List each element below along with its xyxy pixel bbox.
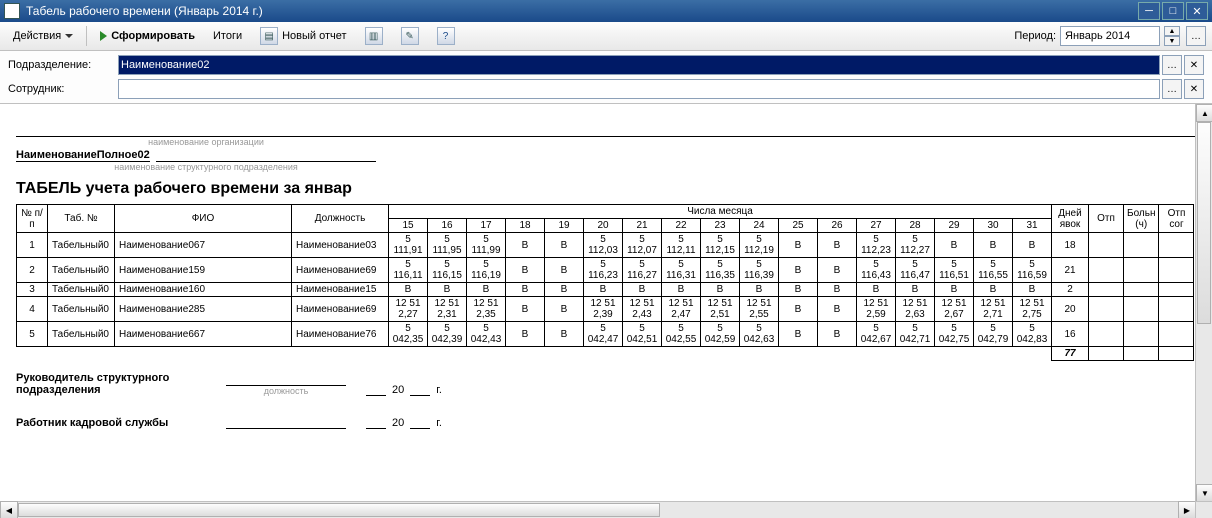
sign-head-post-line: [226, 371, 346, 386]
period-field[interactable]: Январь 2014: [1060, 26, 1160, 46]
department-input[interactable]: Наименование02: [118, 55, 1160, 75]
table-row: 3Табельный0Наименование160Наименование15…: [17, 283, 1194, 297]
sign-year-suffix: г.: [436, 384, 442, 396]
scroll-left-button[interactable]: ◀: [0, 501, 18, 518]
vertical-scrollbar[interactable]: ▲ ▼: [1195, 104, 1212, 502]
period-spinner[interactable]: ▲ ▼: [1164, 26, 1180, 46]
department-choose-button[interactable]: …: [1162, 55, 1182, 75]
horizontal-scrollbar[interactable]: ◀ ▶: [0, 501, 1196, 518]
play-icon: [100, 31, 107, 41]
app-icon: [4, 3, 20, 19]
toolbar: Действия Сформировать Итоги ▤ Новый отче…: [0, 22, 1212, 51]
tool-button-1[interactable]: ▥: [358, 24, 390, 48]
table-row: 5Табельный0Наименование667Наименование76…: [17, 322, 1194, 347]
new-report-button[interactable]: ▤ Новый отчет: [253, 24, 353, 48]
form-label: Сформировать: [111, 30, 195, 42]
scroll-corner: [1195, 501, 1212, 518]
subdivision-caption: наименование структурного подразделения: [16, 162, 396, 172]
form-button[interactable]: Сформировать: [93, 27, 202, 45]
spin-up[interactable]: ▲: [1164, 26, 1180, 36]
maximize-button[interactable]: □: [1162, 2, 1184, 20]
titlebar: Табель рабочего времени (Январь 2014 г.)…: [0, 0, 1212, 22]
scroll-up-button[interactable]: ▲: [1196, 104, 1212, 122]
org-caption: наименование организации: [16, 137, 396, 147]
actions-label: Действия: [13, 30, 61, 42]
brush-icon: ✎: [401, 27, 419, 45]
new-report-label: Новый отчет: [282, 30, 346, 42]
sign-year-prefix: 20: [392, 384, 404, 396]
minimize-button[interactable]: ─: [1138, 2, 1160, 20]
sign-hr-post-line: [226, 414, 346, 429]
separator: [86, 26, 87, 46]
subdivision-name: НаименованиеПолное02: [16, 149, 150, 162]
department-label: Подразделение:: [8, 59, 118, 71]
document-title: ТАБЕЛЬ учета рабочего времени за январ: [16, 180, 1196, 198]
help-button[interactable]: ?: [430, 24, 462, 48]
org-line: [16, 122, 1196, 137]
period-picker-button[interactable]: …: [1186, 26, 1206, 46]
document-icon: ▤: [260, 27, 278, 45]
filters: Подразделение: Наименование02 … ✕ Сотруд…: [0, 51, 1212, 104]
actions-menu[interactable]: Действия: [6, 27, 80, 45]
tool-button-2[interactable]: ✎: [394, 24, 426, 48]
period-label: Период:: [1014, 30, 1056, 42]
period-value: Январь 2014: [1065, 30, 1130, 42]
employee-label: Сотрудник:: [8, 83, 118, 95]
sign-hr-label: Работник кадровой службы: [16, 417, 206, 429]
help-icon: ?: [437, 27, 455, 45]
totals-button[interactable]: Итоги: [206, 27, 249, 45]
hscroll-thumb[interactable]: [18, 503, 660, 517]
report-scroll[interactable]: наименование организации НаименованиеПол…: [0, 104, 1212, 518]
sign-post-caption: должность: [226, 386, 346, 396]
employee-choose-button[interactable]: …: [1162, 79, 1182, 99]
close-button[interactable]: ✕: [1186, 2, 1208, 20]
report-area: наименование организации НаименованиеПол…: [0, 104, 1212, 518]
table-row: 4Табельный0Наименование285Наименование69…: [17, 297, 1194, 322]
table-row: 2Табельный0Наименование159Наименование69…: [17, 258, 1194, 283]
scroll-down-button[interactable]: ▼: [1196, 484, 1212, 502]
sign-head-label: Руководитель структурного подразделения: [16, 372, 206, 396]
vscroll-thumb[interactable]: [1197, 122, 1211, 324]
timesheet-table: № п/пТаб. №ФИОДолжностьЧисла месяцаДней …: [16, 204, 1194, 361]
employee-clear-button[interactable]: ✕: [1184, 79, 1204, 99]
department-value: Наименование02: [121, 59, 210, 71]
employee-input[interactable]: [118, 79, 1160, 99]
page-icon: ▥: [365, 27, 383, 45]
chevron-down-icon: [65, 34, 73, 38]
scroll-right-button[interactable]: ▶: [1178, 501, 1196, 518]
department-clear-button[interactable]: ✕: [1184, 55, 1204, 75]
window-title: Табель рабочего времени (Январь 2014 г.): [26, 4, 1136, 18]
spin-down[interactable]: ▼: [1164, 36, 1180, 46]
table-row: 1Табельный0Наименование067Наименование03…: [17, 233, 1194, 258]
